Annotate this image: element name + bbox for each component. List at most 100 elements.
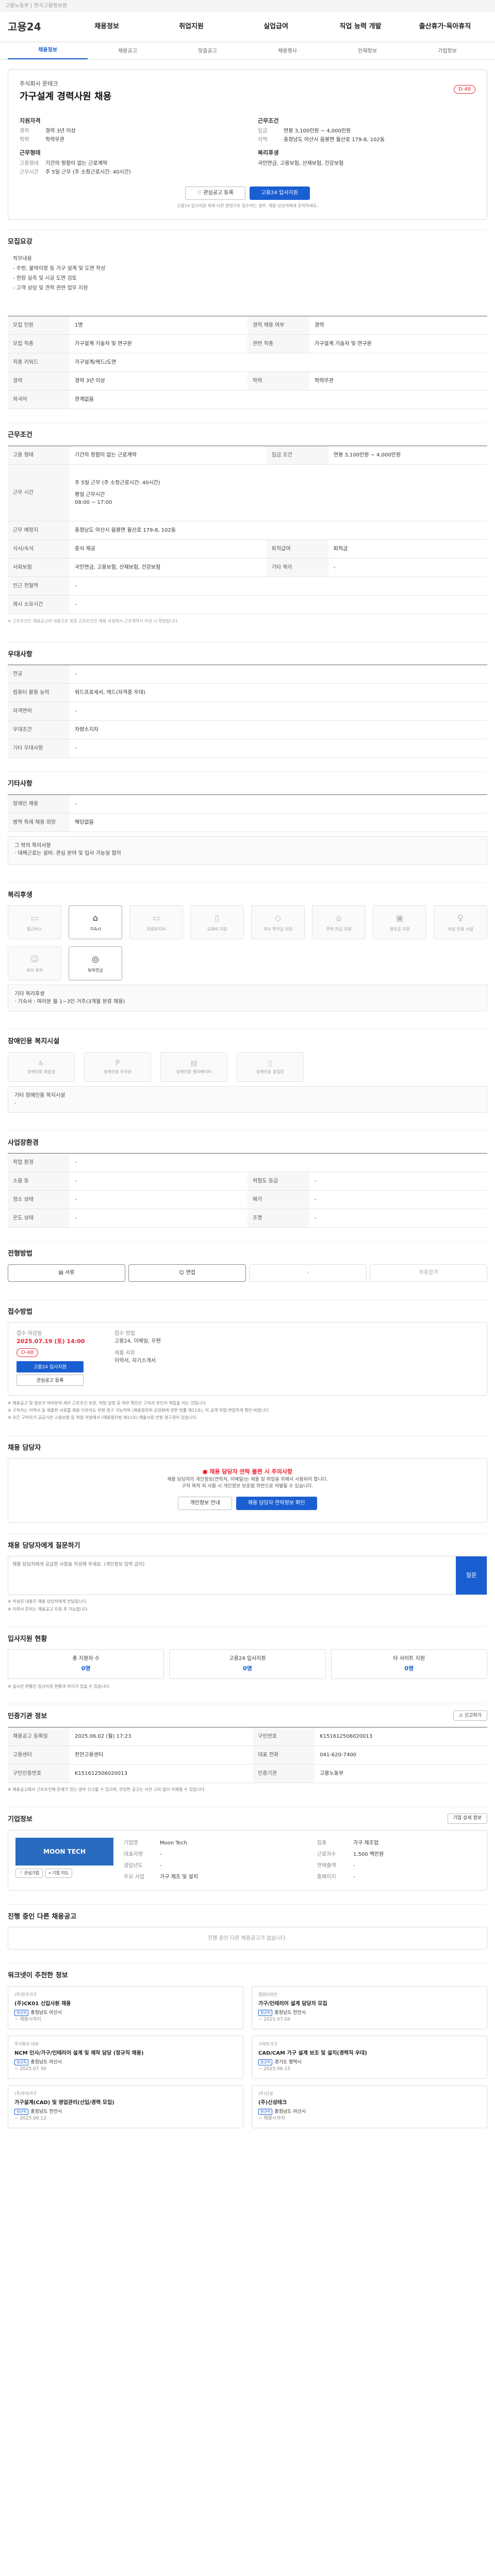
rec-card[interactable]: 엠원디자인 가구/인테리어 설계 담당자 모집 정규직 충청남도 천안시 ~ 2025.… — [252, 1986, 487, 2029]
rec-company: 스마트가구 — [258, 2041, 277, 2046]
stat-online: 고용24 입사지원 0명 — [169, 1649, 326, 1679]
rec-date: ~ 2025.07.04 — [258, 2017, 290, 2023]
kv-value: 경력 3년 이상 — [45, 128, 76, 134]
subtab-postings[interactable]: 채용공고 — [88, 47, 168, 55]
rec-tag: 정규직 — [14, 2059, 29, 2066]
apply-button[interactable]: 고용24 입사지원 — [249, 186, 310, 200]
subtab-company[interactable]: 기업정보 — [407, 47, 487, 55]
subtab-talent[interactable]: 인재정보 — [327, 47, 407, 55]
global-nav: 고용24 채용정보 취업지원 실업급여 직업 능력 개발 출산휴가·육아휴직 — [0, 11, 495, 42]
job-summary: 주식회사 문테크 가구설계 경력사원 채용 D-48 지원자격 경력 경력 3년 … — [8, 60, 487, 229]
td: Moon Tech — [160, 1840, 187, 1846]
welfare-item: ▯ 교육비 지원 — [190, 905, 244, 939]
td: - — [70, 794, 487, 814]
table-row: 근무 예정지 충청남도 아산시 음봉면 월산로 179-8, 102동 — [8, 521, 487, 540]
logo[interactable]: 고용24 — [8, 19, 64, 35]
menu-item-benefit[interactable]: 실업급여 — [234, 22, 318, 32]
duty-line: - 주방, 붙박이장 등 가구 설계 및 도면 작성 — [13, 266, 106, 272]
welfare-item: ⌂ 기숙사 — [69, 905, 122, 939]
company-logo: MOON TECH — [15, 1837, 113, 1866]
th: 병역 특례 채용 희망 — [8, 813, 70, 832]
method-label: 접수 방법 — [114, 1331, 135, 1336]
company-heading: 기업정보 — [8, 1816, 32, 1824]
process-steps: ▤ 서류 ☺ 면접 › 최종합격 — [8, 1264, 487, 1282]
th: 근무 시간 — [8, 464, 70, 521]
company-table: 기업명 Moon Tech 업종 가구 제조업 대표자명 - 근로자수 1,500 백만원 … — [124, 1838, 480, 1883]
rec-card[interactable]: (주)우리가구 가구설계(CAD) 및 영업관리(신입/경력 모집) 정규직 충청남도… — [8, 2084, 243, 2128]
save-job-button[interactable]: ♡ 관심공고 등록 — [185, 186, 245, 200]
interest-company-button[interactable]: ♡ 관심기업 — [15, 1868, 43, 1878]
menu-item-training[interactable]: 직업 능력 개발 — [318, 22, 403, 32]
th: 직종 키워드 — [8, 353, 70, 372]
kv-key: 임금 — [258, 128, 268, 134]
apply-notes: ※ 채용공고 및 정보가 여러분의 세부 근로조건 보장, 직업 설명 등 여부… — [8, 1400, 487, 1422]
welfare-item: ⌂ 주택 자금 지원 — [312, 905, 366, 939]
rec-title: (주)신성테크 — [258, 2099, 287, 2106]
td: 기업명 — [124, 1840, 138, 1846]
duty-line: - 현장 실측 및 시공 도면 검토 — [13, 276, 77, 281]
company-detail-button[interactable]: 기업 상세 정보 — [447, 1814, 487, 1824]
rec-card[interactable]: 스마트가구 CAD/CAM 가구 설계 보조 및 설치(경력직 우대) 정규직 경기도… — [252, 2035, 487, 2079]
table-row: 컴퓨터 활용 능력 워드프로세서, 캐드(자격증 우대) — [8, 683, 487, 702]
th: 관련 직종 — [248, 334, 309, 353]
prefer-table: 전공 - 컴퓨터 활용 능력 워드프로세서, 캐드(자격증 우대) 자격면허 - 우대… — [8, 665, 487, 758]
rec-tag: 정규직 — [258, 2009, 273, 2016]
stat-label: 고용24 입사지원 — [229, 1656, 266, 1662]
etc-table: 장애인 채용 - 병역 특례 채용 희망 해당없음 — [8, 794, 487, 832]
rec-date: ~ 2025.06.15 — [258, 2066, 290, 2072]
menu-item-leave[interactable]: 출산휴가·육아휴직 — [403, 22, 487, 32]
menu-item-jobs[interactable]: 채용정보 — [64, 22, 149, 32]
duty-line: - 고객 상담 및 견적 관련 업무 지원 — [13, 285, 88, 291]
hr-heading: 채용 담당자 — [8, 1444, 41, 1452]
td: - — [353, 1863, 355, 1869]
kv-key: 고용형태 — [20, 160, 39, 166]
th: 인근 전철역 — [8, 577, 70, 596]
save-job-button-2[interactable]: 관심공고 등록 — [16, 1374, 84, 1386]
company-map-button[interactable]: ⌖ 기업 지도 — [45, 1868, 73, 1878]
chevron-right-icon: › — [307, 1270, 309, 1276]
deadline-label: 접수 마감일 — [16, 1331, 42, 1336]
subtab-jobinfo[interactable]: 채용정보 — [8, 43, 88, 59]
rec-card[interactable]: (주)한국가구 (주)CK01 신입사원 채용 정규직 충청남도 아산시 ~ 채용시까지 — [8, 1986, 243, 2029]
disability-item-label: 장애인용 주차장 — [103, 1070, 132, 1074]
privacy-info-button[interactable]: 개인정보 안내 — [178, 1496, 232, 1510]
method-value: 고용24, 이메일, 우편 — [114, 1338, 161, 1344]
rec-date: ~ 2025.06.12 — [14, 2116, 46, 2122]
heart-icon: ♡ — [197, 190, 204, 196]
td: - — [70, 1172, 248, 1191]
td: 경력 — [309, 316, 487, 335]
apply-note-line: ※ 구직자는 이력서 등 제출한 서류를 채용 이후라도 반환 청구 가능하며 … — [8, 1408, 270, 1413]
rec-card[interactable]: 주식회사 대성 NCM 인사/가구/인테리어 설계 및 제작 담당 (정규직 채용… — [8, 2035, 243, 2079]
other-jobs-heading: 진행 중인 다른 채용공고 — [8, 1912, 77, 1921]
subtab-events[interactable]: 채용행사 — [248, 47, 327, 55]
inquiry-submit-button[interactable]: 질문 — [456, 1556, 487, 1595]
th: 고용센터 — [8, 1745, 70, 1765]
td: 홈페이지 — [317, 1874, 336, 1880]
welfare-box: 기타 복리후생 · 기숙사 : 여러분 월 1~3인 거주(3개월 분류 채용) — [8, 985, 487, 1011]
rec-card[interactable]: (주)신성 (주)신성테크 정규직 충청남도 아산시 ~ 채용시까지 — [252, 2084, 487, 2128]
rec-loc: 충청남도 아산시 — [274, 2109, 306, 2114]
td: K151612506020013 — [70, 1764, 253, 1783]
apply-button-2[interactable]: 고용24 입사지원 — [16, 1361, 84, 1372]
rec-title: 가구/인테리어 설계 담당자 모집 — [258, 2001, 327, 2007]
prefer-heading: 우대사항 — [8, 650, 32, 658]
other-jobs-empty: 진행 중인 다른 채용공고가 없습니다. — [8, 1927, 487, 1950]
inquiry-textarea[interactable] — [8, 1556, 456, 1595]
view-contact-button[interactable]: 채용 담당자 연락정보 확인 — [236, 1496, 317, 1510]
job-title: 가구설계 경력사원 채용 — [20, 91, 112, 102]
td: K151612506020013 — [315, 1727, 487, 1746]
report-button[interactable]: ⚠ 신고하기 — [453, 1710, 487, 1721]
table-row: 모집 인원 1명 경력 채용 여부 경력 — [8, 316, 487, 335]
td: 기간의 정함이 없는 근로계약 — [70, 446, 267, 465]
subtab-custom[interactable]: 맞춤공고 — [168, 47, 248, 55]
car-icon: ▭ — [152, 913, 160, 923]
td: - — [309, 1172, 487, 1191]
th: 인증기관 — [253, 1764, 315, 1783]
kv-value: 연봉 3,100만원 ~ 4,000만원 — [284, 128, 351, 134]
th: 전공 — [8, 665, 70, 684]
th: 제시 소요시간 — [8, 595, 70, 614]
hr-box: ● 채용 담당자 연락 불편 시 주의사항 채용 담당자의 개인정보(연락처, … — [8, 1458, 487, 1523]
step-interview: ☺ 면접 — [128, 1264, 246, 1282]
kv-value: 충청남도 아산시 음봉면 월산로 179-8, 102동 — [284, 137, 385, 143]
menu-item-support[interactable]: 취업지원 — [149, 22, 234, 32]
